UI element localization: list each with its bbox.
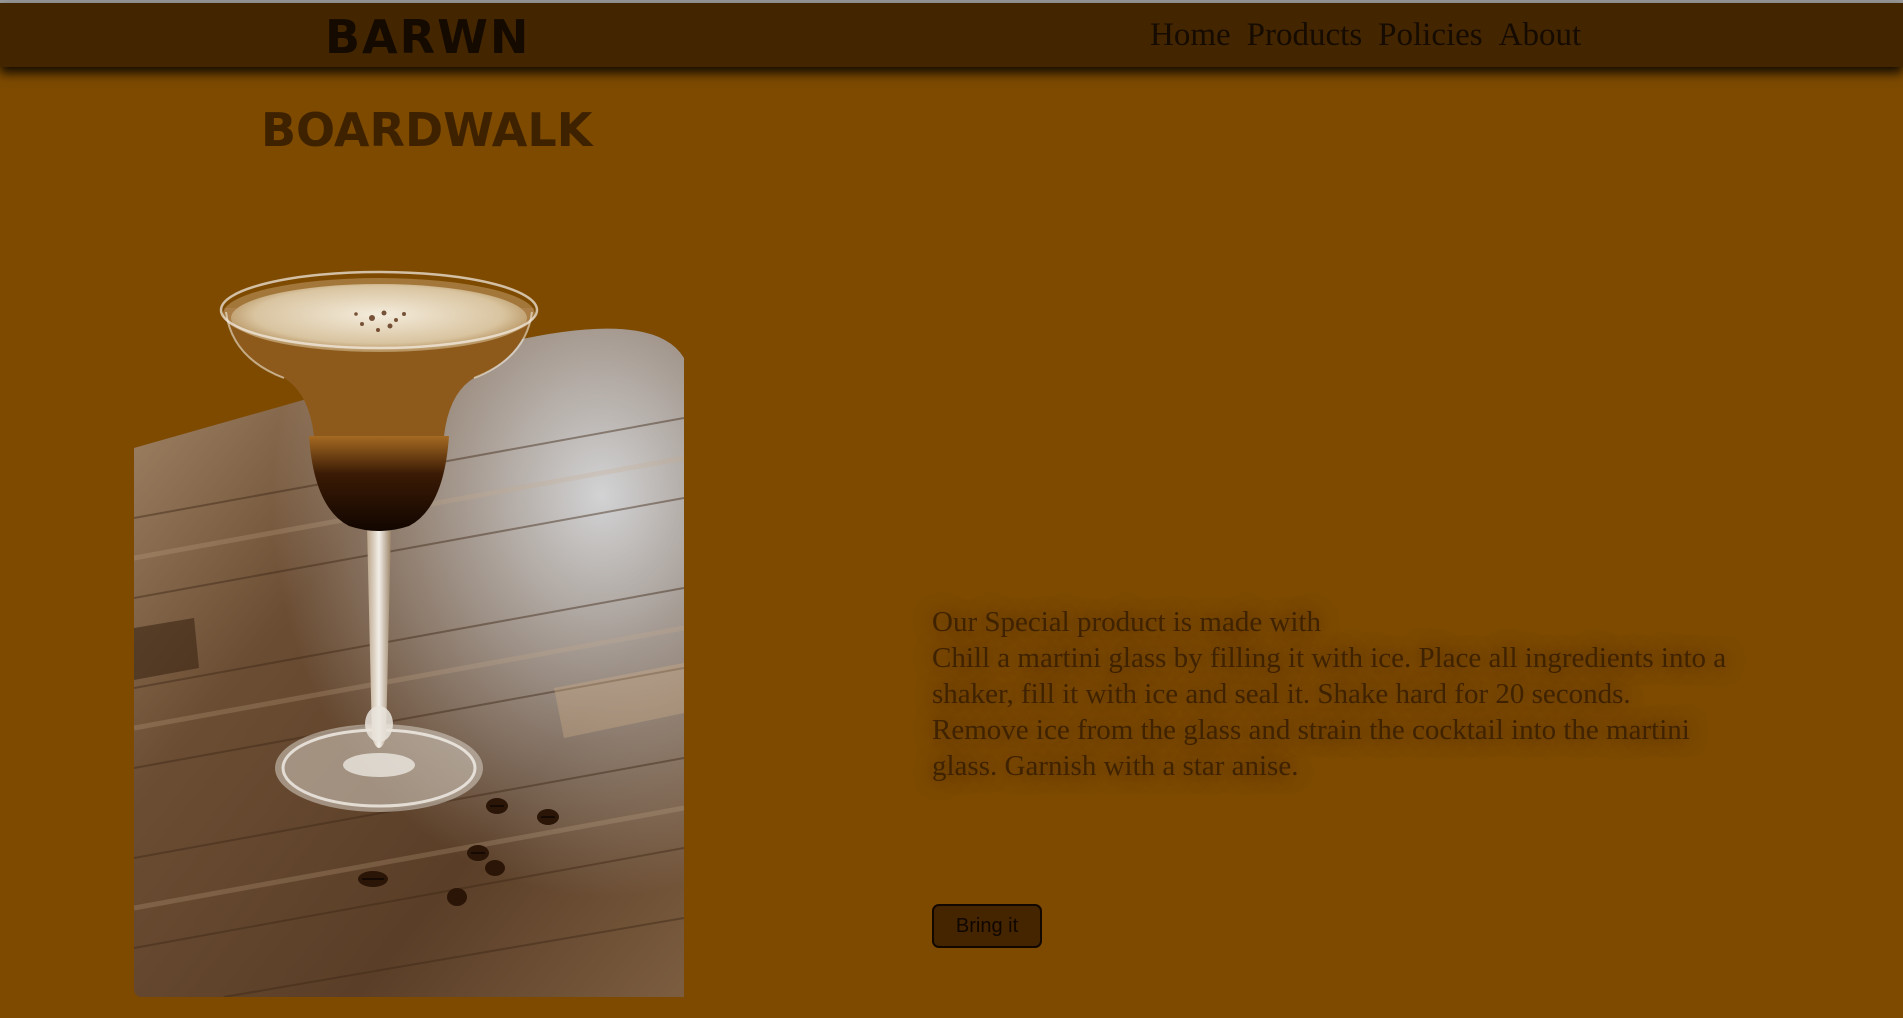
page-title: BOARDWALK	[261, 103, 593, 157]
description-line: Chill a martini glass by filling it with…	[932, 642, 1727, 710]
bring-it-button[interactable]: Bring it	[932, 904, 1042, 948]
product-description: Our Special product is made with Chill a…	[932, 604, 1752, 784]
description-line: Our Special product is made with	[932, 606, 1321, 638]
description-line: Remove ice from the glass and strain the…	[932, 714, 1690, 782]
nav-link-about[interactable]: About	[1499, 15, 1582, 55]
brand-logo[interactable]: BARWN	[325, 9, 530, 65]
main-nav: Home Products Policies About	[1150, 15, 1581, 55]
product-photo	[134, 270, 684, 997]
nav-link-products[interactable]: Products	[1247, 15, 1363, 55]
navbar: BARWN Home Products Policies About	[0, 3, 1903, 67]
nav-link-home[interactable]: Home	[1150, 15, 1231, 55]
nav-link-policies[interactable]: Policies	[1378, 15, 1483, 55]
